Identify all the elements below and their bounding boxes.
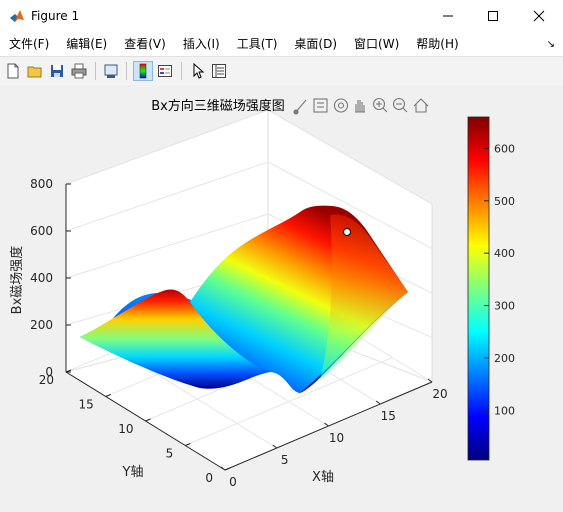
property-inspector-button[interactable] [209, 61, 229, 81]
link-plot-icon [104, 64, 118, 78]
save-button[interactable] [47, 61, 67, 81]
print-button[interactable] [69, 61, 89, 81]
pan-icon[interactable] [355, 100, 365, 113]
window-title: Figure 1 [31, 8, 80, 23]
colorbar-tick-label: 200 [494, 352, 515, 365]
open-file-icon [27, 66, 42, 78]
title-bar: Figure 1 [0, 0, 563, 31]
x-tick-label: 20 [432, 387, 447, 401]
figure-toolbar [0, 56, 563, 86]
y-tick-label: 15 [78, 398, 93, 412]
new-figure-icon [7, 63, 19, 79]
colorbar-tick-label: 600 [494, 142, 515, 155]
z-axis-ticks: 0200400600800 [30, 177, 71, 379]
x-axis-label: X轴 [312, 470, 334, 485]
z-tick-label: 400 [30, 271, 53, 285]
save-icon [51, 65, 63, 77]
menu-file[interactable]: 文件(F) [0, 35, 57, 52]
x-tick-label: 15 [381, 409, 396, 423]
insert-colorbar-button[interactable] [133, 61, 153, 81]
x-tick-label: 10 [329, 431, 344, 445]
matlab-logo-icon [10, 9, 24, 22]
colorbar-tick-label: 300 [494, 300, 515, 313]
colorbar-gradient [467, 116, 490, 461]
menu-bar: 文件(F) 编辑(E) 查看(V) 插入(I) 工具(T) 桌面(D) 窗口(W… [0, 31, 563, 56]
x-tick-label: 5 [281, 453, 289, 467]
y-tick-label: 10 [118, 422, 133, 436]
insert-legend-button[interactable] [155, 61, 175, 81]
edit-plot-button[interactable] [187, 61, 207, 81]
close-icon [533, 10, 545, 21]
minimize-button[interactable] [425, 0, 471, 31]
toolbar-separator [95, 62, 96, 80]
menu-desktop[interactable]: 桌面(D) [285, 35, 345, 52]
surface-plot[interactable]: 0200400600800 05101520 05101520 Bx磁场强度 Y… [0, 85, 563, 508]
zoom-out-icon[interactable] [392, 97, 408, 113]
close-button[interactable] [516, 0, 562, 31]
toolbar-separator [181, 62, 182, 80]
new-figure-button[interactable] [3, 61, 23, 81]
z-axis-label: Bx磁场强度 [9, 246, 25, 315]
menu-overflow-arrow[interactable]: ↘ [547, 39, 555, 50]
colorbar-tick-label: 400 [494, 247, 515, 260]
data-tip-marker[interactable] [343, 228, 351, 236]
minimize-icon [443, 15, 453, 16]
menu-help[interactable]: 帮助(H) [407, 35, 466, 52]
y-tick-label: 0 [205, 471, 213, 485]
x-tick-label: 0 [229, 475, 237, 489]
colorbar-icon [139, 63, 147, 79]
brush-icon[interactable] [293, 99, 307, 115]
print-icon [71, 63, 87, 79]
legend-icon [158, 65, 172, 77]
y-axis-label: Y轴 [122, 465, 144, 480]
zoom-in-icon[interactable] [372, 97, 388, 113]
menu-edit[interactable]: 编辑(E) [57, 35, 115, 52]
edit-plot-icon [193, 63, 205, 79]
z-tick-label: 200 [30, 318, 53, 332]
colorbar-tick-label: 100 [494, 404, 515, 417]
colorbar[interactable]: 100 200 300 400 500 600 [467, 116, 515, 461]
colorbar-tick-label: 500 [494, 195, 515, 208]
toolbar-separator [126, 62, 127, 80]
menu-insert[interactable]: 插入(I) [174, 35, 228, 52]
z-tick-label: 600 [30, 224, 53, 238]
y-tick-label: 20 [39, 373, 54, 387]
rotate-3d-icon[interactable] [333, 98, 349, 113]
axes-toolbar [293, 97, 429, 115]
maximize-icon [488, 10, 498, 21]
z-tick-label: 800 [30, 177, 53, 191]
home-icon[interactable] [413, 98, 429, 113]
menu-window[interactable]: 窗口(W) [345, 35, 407, 52]
y-tick-label: 5 [166, 447, 174, 461]
menu-view[interactable]: 查看(V) [115, 35, 174, 52]
maximize-button[interactable] [470, 0, 516, 31]
figure-canvas[interactable]: 0 200 400 600 800 0 5 10 15 20 0 5 10 15 20 Bx磁场强度 Y… [0, 85, 563, 508]
link-plot-button[interactable] [101, 61, 121, 81]
menu-tools[interactable]: 工具(T) [228, 35, 286, 52]
chart-title: Bx方向三维磁场强度图 [151, 98, 285, 114]
data-tips-icon[interactable] [313, 98, 328, 113]
property-inspector-icon [212, 64, 226, 78]
open-file-button[interactable] [25, 61, 45, 81]
